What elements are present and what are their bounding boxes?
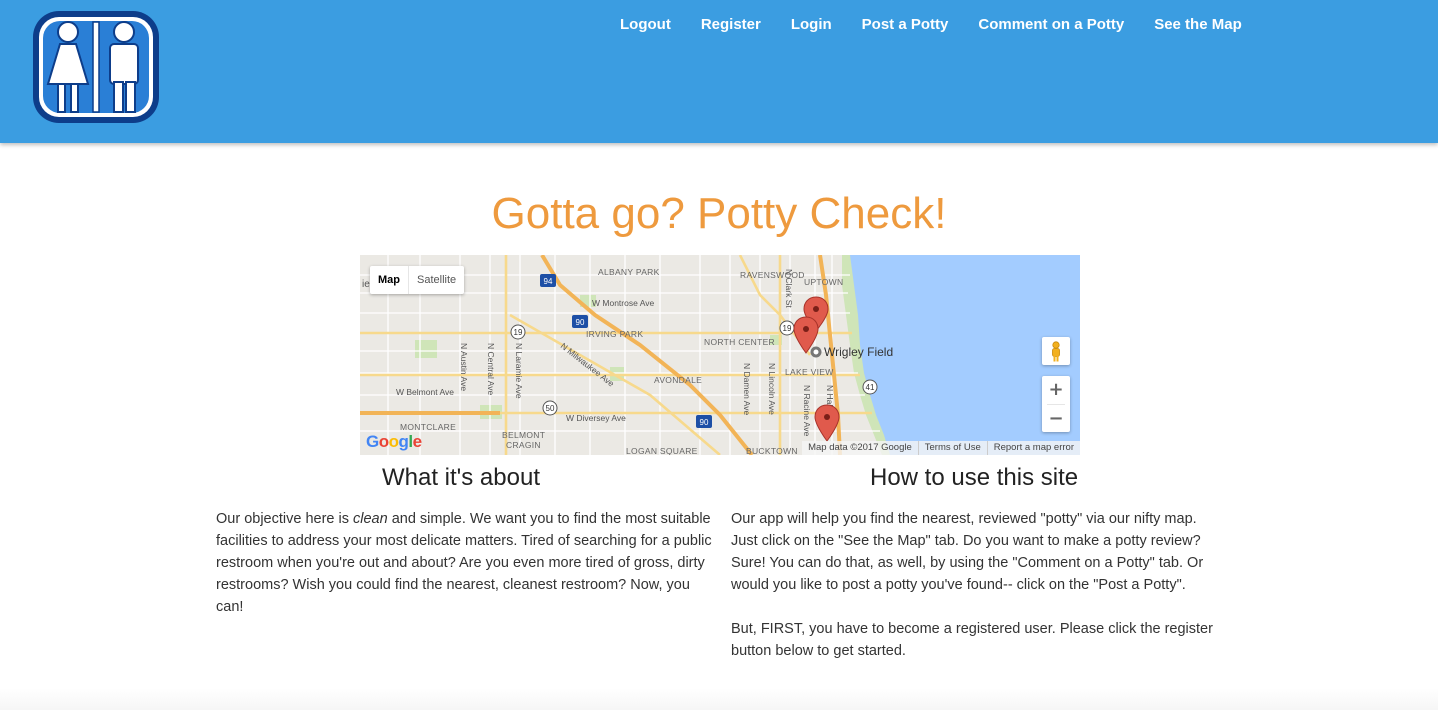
howto-paragraph-1: Our app will help you find the nearest, … xyxy=(731,511,1204,593)
about-paragraph: Our objective here is clean and simple. … xyxy=(216,508,716,618)
nav-see-map-link[interactable]: See the Map xyxy=(1139,16,1257,34)
nav-register-link[interactable]: Register xyxy=(686,16,776,34)
about-heading: What it's about xyxy=(382,464,540,491)
map-type-satellite-button[interactable]: Satellite xyxy=(409,266,464,294)
label-wrigley: Wrigley Field xyxy=(824,345,893,359)
label-ravenswood: RAVENSWOOD xyxy=(740,270,805,280)
about-text-before: Our objective here is xyxy=(216,511,354,527)
nav-logout-link[interactable]: Logout xyxy=(620,16,686,34)
howto-heading: How to use this site xyxy=(870,464,1079,491)
nav-login-link[interactable]: Login xyxy=(776,16,847,34)
shield-94: 94 xyxy=(544,277,553,286)
restroom-logo-icon[interactable] xyxy=(30,8,162,126)
label-montrose: W Montrose Ave xyxy=(592,298,654,308)
map-type-control: Map Satellite xyxy=(370,266,465,294)
label-laramie: N Laramie Ave xyxy=(514,343,524,399)
main-nav: Logout Register Login Post a Potty Comme… xyxy=(620,16,1257,34)
google-logo[interactable]: Google xyxy=(366,432,422,452)
label-uptown: UPTOWN xyxy=(804,277,843,287)
nav-post-potty-link[interactable]: Post a Potty xyxy=(847,16,964,34)
about-text: Our objective here is clean and simple. … xyxy=(216,508,716,618)
howto-text: Our app will help you find the nearest, … xyxy=(731,508,1221,662)
footer-shadow xyxy=(0,688,1438,710)
google-map[interactable]: ALBANY PARK RAVENSWOOD UPTOWN IRVING PAR… xyxy=(360,255,1080,455)
label-central: N Central Ave xyxy=(486,343,496,396)
shield-19a: 19 xyxy=(514,328,523,337)
label-lake-view: LAKE VIEW xyxy=(785,367,834,377)
label-avondale: AVONDALE xyxy=(654,375,702,385)
shield-41: 41 xyxy=(866,383,875,392)
label-damen: N Damen Ave xyxy=(742,363,752,416)
label-diversey: W Diversey Ave xyxy=(566,413,626,423)
nav-comment-potty-link[interactable]: Comment on a Potty xyxy=(963,16,1139,34)
label-logan-square: LOGAN SQUARE xyxy=(626,446,698,455)
label-montclare: MONTCLARE xyxy=(400,422,456,432)
label-racine: N Racine Ave xyxy=(802,385,812,437)
label-clark: N Clark St xyxy=(784,269,794,308)
label-albany-park: ALBANY PARK xyxy=(598,267,660,277)
shield-90a: 90 xyxy=(576,318,585,327)
map-type-map-button[interactable]: Map xyxy=(370,266,409,294)
label-austin: N Austin Ave xyxy=(459,343,469,391)
map-attribution: Map data ©2017 Google Terms of Use Repor… xyxy=(802,441,1080,455)
site-header: Logout Register Login Post a Potty Comme… xyxy=(0,0,1438,143)
zoom-control: + − xyxy=(1042,376,1070,432)
map-canvas[interactable]: ALBANY PARK RAVENSWOOD UPTOWN IRVING PAR… xyxy=(360,255,1080,455)
zoom-in-button[interactable]: + xyxy=(1042,376,1070,404)
shield-90b: 90 xyxy=(700,418,709,427)
shield-19b: 19 xyxy=(783,324,792,333)
label-cragin: CRAGIN xyxy=(506,440,541,450)
label-edge: ie xyxy=(362,279,370,290)
street-view-pegman-icon[interactable] xyxy=(1042,337,1070,365)
label-lincoln: N Lincoln Ave xyxy=(767,363,777,415)
label-belmont-ave: W Belmont Ave xyxy=(396,387,454,397)
zoom-out-button[interactable]: − xyxy=(1042,405,1070,432)
map-data-credit: Map data ©2017 Google xyxy=(808,442,912,453)
label-north-center: NORTH CENTER xyxy=(704,337,775,347)
terms-of-use-link[interactable]: Terms of Use xyxy=(917,441,987,455)
report-map-error-link[interactable]: Report a map error xyxy=(986,441,1080,455)
label-irving-park: IRVING PARK xyxy=(586,329,643,339)
label-bucktown: BUCKTOWN xyxy=(746,446,798,455)
howto-paragraph-2: But, FIRST, you have to become a registe… xyxy=(731,621,1213,659)
shield-50: 50 xyxy=(546,404,555,413)
label-belmont: BELMONT xyxy=(502,430,545,440)
label-halsted: N Hal xyxy=(825,385,835,406)
about-text-emphasis: clean xyxy=(353,511,388,527)
page-title: Gotta go? Potty Check! xyxy=(491,189,947,238)
